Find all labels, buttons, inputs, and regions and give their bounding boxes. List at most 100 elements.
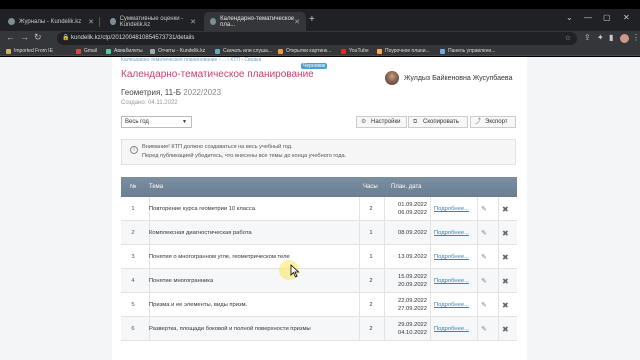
page-viewport: Календарно-тематическое планирование › .… [0, 57, 640, 360]
bookmark-star-icon[interactable]: ☆ [565, 32, 571, 45]
row-date-start: 29.09.2022 [397, 322, 427, 328]
tab-summative[interactable]: Суммативные оценки - Kundelik.kz ✕ [104, 12, 202, 31]
url-text: kundelik.kz/ctp/2012004810854573731/deta… [71, 35, 195, 41]
chevron-down-icon[interactable]: ⌄ [566, 13, 573, 22]
row-hours: 1 [369, 254, 373, 260]
row-date-start: 22.09.2022 [397, 298, 427, 304]
teacher-info[interactable]: Жулдыз Байкеновна Жусупбаева [385, 71, 512, 85]
dashboard-icon [440, 48, 445, 54]
row-dates: 29.09.2022 04.10.2022 [387, 317, 427, 341]
bookmark-item[interactable]: Gmail [76, 46, 97, 56]
period-select-value: Весь год [125, 119, 149, 125]
pencil-icon[interactable]: ✎ [481, 221, 487, 245]
pencil-icon[interactable]: ✎ [481, 269, 487, 293]
pencil-icon[interactable]: ✎ [481, 293, 487, 317]
lock-icon: 🔒 [62, 35, 70, 41]
gear-icon: ⚙ [361, 119, 367, 125]
row-date-start: 15.09.2022 [397, 274, 427, 280]
bookmark-item[interactable]: Панель управлени... [440, 46, 495, 56]
kundelik-favicon-icon [150, 48, 155, 54]
row-number: 1 [131, 206, 135, 212]
address-bar[interactable]: 🔒 kundelik.kz/ctp/2012004810854573731/de… [57, 32, 577, 45]
maximize-icon[interactable]: ▢ [603, 13, 611, 22]
tab-label: Журналы - Kundelik.kz [19, 18, 82, 25]
delete-x-icon[interactable]: ✖ [502, 269, 509, 293]
delete-x-icon[interactable]: ✖ [502, 197, 509, 221]
row-hours: 2 [369, 206, 373, 212]
row-topic: Развертка, площади боковой и полной пове… [149, 326, 311, 332]
details-link[interactable]: Подробнее... [434, 197, 469, 221]
bookmark-item[interactable]: Поурочное плани... [377, 46, 430, 56]
row-number: 4 [131, 278, 135, 284]
header-hours: Часы [363, 184, 378, 190]
close-icon[interactable]: ✕ [88, 18, 94, 26]
page-title: Календарно-тематическое планирование [121, 69, 314, 80]
table-header: № Тема Часы План. дата [121, 177, 517, 197]
pencil-icon[interactable]: ✎ [481, 245, 487, 269]
window-close-icon[interactable]: ✕ [623, 13, 630, 22]
delete-x-icon[interactable]: ✖ [502, 317, 509, 341]
bookmark-item[interactable]: Авиабилеты [106, 46, 143, 56]
row-dates: 13.09.2022 [387, 245, 427, 269]
export-button[interactable]: ⤴ Экспорт [470, 116, 516, 128]
flights-icon [106, 48, 111, 54]
row-hours: 2 [369, 302, 373, 308]
details-link[interactable]: Подробнее... [434, 269, 469, 293]
reload-icon[interactable]: ↻ [34, 32, 42, 43]
pencil-icon[interactable]: ✎ [481, 317, 487, 341]
header-num: № [130, 184, 137, 190]
extensions-puzzle-icon[interactable]: ✦ [597, 33, 604, 42]
bookmark-item[interactable]: YouTube [341, 46, 369, 56]
tab-label: Календарно-тематическое пла... [220, 15, 295, 28]
copy-button[interactable]: ⧉ Скопировать [408, 116, 468, 128]
notice-text: Внимание! КТП должно создаваться на весь… [142, 144, 293, 150]
bookmark-item[interactable]: Открытки картинк... [278, 46, 331, 56]
details-link[interactable]: Подробнее... [434, 293, 469, 317]
tab-ctp[interactable]: Календарно-тематическое пла... ✕ [204, 12, 306, 31]
details-link[interactable]: Подробнее... [434, 317, 469, 341]
delete-x-icon[interactable]: ✖ [502, 293, 509, 317]
settings-button[interactable]: ⚙ Настройки [356, 116, 407, 128]
close-icon[interactable]: ✕ [294, 18, 300, 26]
row-dates: 22.09.2022 27.09.2022 [387, 293, 427, 317]
details-link[interactable]: Подробнее... [434, 221, 469, 245]
minimize-icon[interactable]: — [584, 13, 592, 22]
row-number: 2 [131, 230, 135, 236]
close-icon[interactable]: ✕ [190, 18, 196, 26]
delete-x-icon[interactable]: ✖ [502, 245, 509, 269]
row-dates: 01.09.2022 06.09.2022 [387, 197, 427, 221]
breadcrumb[interactable]: Календарно-тематическое планирование › .… [121, 57, 261, 61]
ctp-table: № Тема Часы План. дата 1 Повторение курса… [121, 177, 517, 341]
table-row: 6 Развертка, площади боковой и полной пов… [121, 317, 517, 341]
sidebar-icon[interactable]: ▮ [609, 33, 613, 42]
bookmark-item[interactable]: Скачать или слуша... [215, 46, 272, 56]
copy-icon: ⧉ [413, 119, 418, 125]
row-topic: Повторение курса геометрии 10 класса. [149, 206, 257, 212]
export-arrow-icon: ⤴ [475, 119, 482, 125]
row-topic: Понятия о многогранном угле, геометричес… [149, 254, 290, 260]
chevron-down-icon: ▼ [182, 119, 187, 125]
subject-line: Геометрия, 11-Б 2022/2023 [121, 88, 221, 97]
kundelik-favicon-icon [8, 18, 15, 25]
teacher-name: Жулдыз Байкеновна Жусупбаева [404, 74, 513, 82]
details-link[interactable]: Подробнее... [434, 245, 469, 269]
new-tab-plus-icon[interactable]: + [309, 14, 315, 25]
table-row: 2 Комплексная диагностическая работа 1 08.0… [121, 221, 517, 245]
row-date-end: 27.09.2022 [397, 306, 427, 312]
row-date-end: 04.10.2022 [397, 330, 427, 336]
bookmark-item[interactable]: Imported From IE [6, 46, 53, 56]
period-select[interactable]: Весь год ▼ [121, 116, 192, 128]
cards-icon [278, 48, 283, 54]
bookmark-item[interactable]: Отчеты - Kundelik.kz [150, 46, 205, 56]
forward-arrow-icon[interactable]: → [20, 32, 29, 42]
back-arrow-icon[interactable]: ← [6, 32, 15, 42]
header-date: План. дата [391, 184, 422, 190]
share-icon[interactable]: ⇪ [584, 33, 591, 42]
pencil-icon[interactable]: ✎ [481, 197, 487, 221]
profile-avatar-icon[interactable] [620, 34, 629, 43]
menu-kebab-icon[interactable]: ⋮ [632, 33, 640, 42]
row-date-start: 13.09.2022 [397, 254, 427, 260]
delete-x-icon[interactable]: ✖ [502, 221, 509, 245]
tab-journals[interactable]: Журналы - Kundelik.kz ✕ [2, 12, 100, 31]
created-date: Создано: 04.11.2022 [121, 100, 178, 106]
